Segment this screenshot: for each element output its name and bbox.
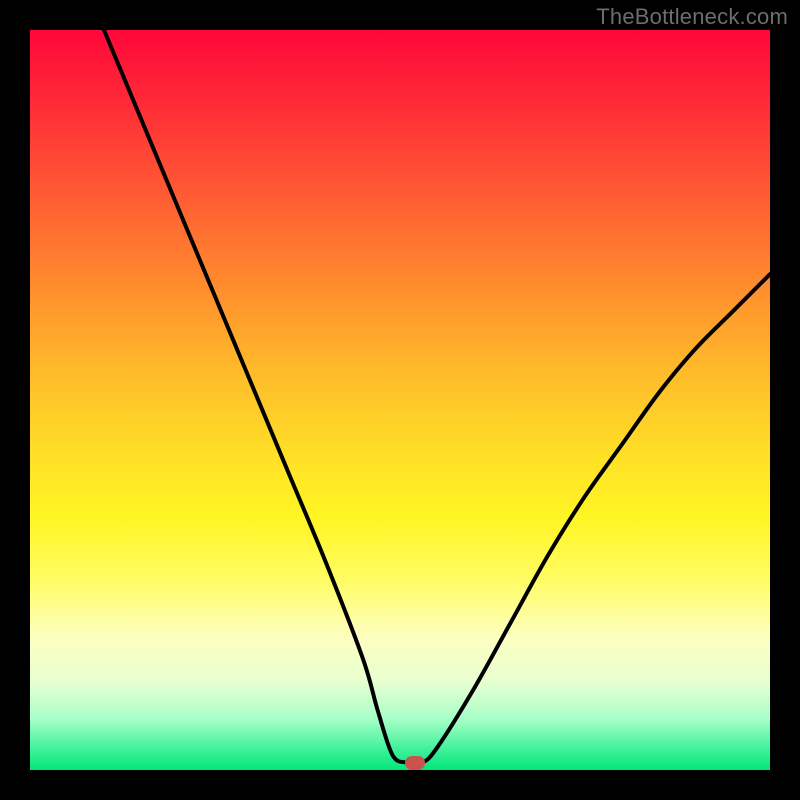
chart-frame: TheBottleneck.com	[0, 0, 800, 800]
optimal-point-marker	[405, 756, 425, 770]
watermark-text: TheBottleneck.com	[596, 4, 788, 30]
plot-area	[30, 30, 770, 770]
bottleneck-curve	[30, 30, 770, 770]
